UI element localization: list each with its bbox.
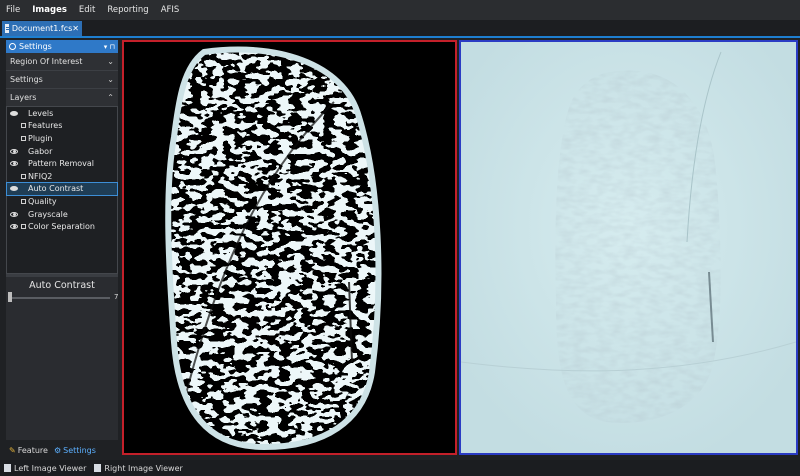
menu-edit[interactable]: Edit xyxy=(73,0,101,20)
layer-item[interactable]: Quality xyxy=(7,195,117,208)
settings-panel-title: Settings xyxy=(19,42,52,51)
tab-left-label: Left Image Viewer xyxy=(14,463,87,473)
section-label: Region Of Interest xyxy=(10,57,83,66)
layer-item[interactable]: Grayscale xyxy=(7,208,117,221)
layer-item[interactable]: Features xyxy=(7,120,117,133)
gear-icon xyxy=(9,43,16,50)
layer-label: Grayscale xyxy=(28,209,68,219)
close-icon[interactable]: ✕ xyxy=(72,24,79,33)
layer-label: Features xyxy=(28,121,63,131)
menu-afis[interactable]: AFIS xyxy=(155,0,186,20)
layer-label: NFIQ2 xyxy=(28,171,53,181)
layer-label: Auto Contrast xyxy=(28,184,84,194)
menu-file[interactable]: File xyxy=(0,0,26,20)
tab-feature-label: Feature xyxy=(17,445,48,455)
active-layer-title: Auto Contrast xyxy=(29,280,95,291)
section-label: Settings xyxy=(10,75,43,84)
menu-bar: File Images Edit Reporting AFIS xyxy=(0,0,800,20)
slider-knob[interactable] xyxy=(8,292,12,302)
tab-right-label: Right Image Viewer xyxy=(104,463,183,473)
layer-label: Color Separation xyxy=(28,222,95,232)
document-tab-bar: Document1.fcs ✕ xyxy=(0,20,800,38)
document-icon xyxy=(94,464,102,472)
layer-list: Levels Features Plugin Gabor Pattern Removal… xyxy=(6,106,118,274)
document-tab-title: Document1.fcs xyxy=(11,24,73,33)
layer-item[interactable]: Auto Contrast xyxy=(6,181,118,197)
layer-item[interactable]: Plugin xyxy=(7,132,117,145)
layer-item[interactable]: NFIQ2 xyxy=(7,170,117,183)
processed-fingerprint-image xyxy=(124,42,455,453)
slider-value: 7 xyxy=(114,293,119,301)
section-region-of-interest[interactable]: Region Of Interest ⌄ xyxy=(6,53,118,71)
section-layers[interactable]: Layers ⌃ xyxy=(6,89,118,107)
chevron-up-icon: ⌃ xyxy=(107,93,114,102)
original-fingerprint-image xyxy=(461,42,796,453)
visibility-eye-icon[interactable] xyxy=(10,186,18,192)
layer-label: Gabor xyxy=(28,146,53,156)
layer-label: Plugin xyxy=(28,133,53,143)
tab-left-image-viewer[interactable]: Left Image Viewer xyxy=(0,464,90,473)
left-image-viewer[interactable] xyxy=(122,40,457,455)
visibility-eye-icon[interactable] xyxy=(10,211,18,217)
right-image-viewer[interactable] xyxy=(459,40,798,455)
tab-settings[interactable]: ⚙ Settings xyxy=(51,444,99,456)
visibility-eye-icon[interactable] xyxy=(10,224,18,230)
chevron-down-icon: ⌄ xyxy=(107,57,114,66)
settings-panel: Settings ▾ ⊓ Region Of Interest ⌄ Settin… xyxy=(6,40,118,440)
layer-checkbox[interactable] xyxy=(21,224,26,230)
section-label: Layers xyxy=(10,93,37,102)
layer-checkbox[interactable] xyxy=(21,173,26,179)
document-icon xyxy=(5,24,12,33)
layer-item[interactable]: Gabor xyxy=(7,145,117,158)
tab-right-image-viewer[interactable]: Right Image Viewer xyxy=(90,464,186,473)
chevron-down-icon: ⌄ xyxy=(107,75,114,84)
layer-label: Pattern Removal xyxy=(28,159,94,169)
layer-checkbox[interactable] xyxy=(21,135,26,141)
visibility-eye-icon[interactable] xyxy=(10,148,18,154)
layer-checkbox[interactable] xyxy=(21,198,26,204)
sliders-icon: ⚙ xyxy=(53,445,62,455)
tab-feature[interactable]: ✎ Feature xyxy=(6,444,51,456)
sidebar-bottom-tabs: ✎ Feature ⚙ Settings xyxy=(6,444,118,456)
document-tab[interactable]: Document1.fcs ✕ xyxy=(2,21,82,36)
panel-controls-icon[interactable]: ▾ ⊓ xyxy=(104,43,115,51)
menu-reporting[interactable]: Reporting xyxy=(101,0,154,20)
layer-label: Levels xyxy=(28,108,54,118)
document-icon xyxy=(4,464,11,472)
feature-icon: ✎ xyxy=(9,445,16,455)
layer-item[interactable]: Pattern Removal xyxy=(7,157,117,170)
visibility-eye-icon[interactable] xyxy=(10,110,18,116)
layer-item[interactable]: Color Separation xyxy=(7,220,117,233)
slider-track[interactable] xyxy=(12,297,110,299)
layer-label: Quality xyxy=(28,196,57,206)
viewer-tab-bar: Left Image Viewer Right Image Viewer xyxy=(0,460,800,476)
section-settings[interactable]: Settings ⌄ xyxy=(6,71,118,89)
layer-item[interactable]: Levels xyxy=(7,107,117,120)
menu-images[interactable]: Images xyxy=(26,0,73,20)
layer-checkbox[interactable] xyxy=(21,123,26,129)
settings-panel-header: Settings ▾ ⊓ xyxy=(6,40,118,53)
tab-settings-label: Settings xyxy=(63,445,96,455)
splitter-handle[interactable] xyxy=(6,274,118,277)
visibility-eye-icon[interactable] xyxy=(10,161,18,167)
